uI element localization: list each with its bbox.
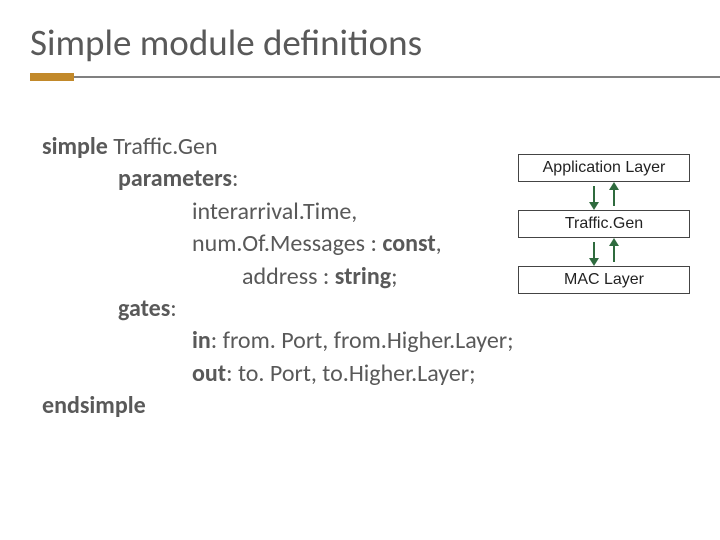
- divider-line: [74, 76, 720, 78]
- box-mac-layer: MAC Layer: [518, 266, 690, 294]
- code-text: address :: [242, 262, 335, 291]
- keyword-endsimple: endsimple: [42, 391, 146, 420]
- keyword-out: out: [192, 359, 226, 388]
- accent-bar: [30, 73, 74, 81]
- code-text: num.Of.Messages :: [192, 229, 382, 258]
- keyword-simple: simple: [42, 132, 108, 161]
- box-application-layer: Application Layer: [518, 154, 690, 182]
- code-line: gates:: [42, 293, 700, 325]
- code-text: :: [170, 294, 176, 323]
- code-text: ;: [391, 262, 397, 291]
- page-title: Simple module definitions: [0, 0, 720, 73]
- code-text: ,: [436, 229, 442, 258]
- keyword-gates: gates: [118, 294, 170, 323]
- arrow-pair: [574, 238, 634, 266]
- slide: Simple module definitions simple Traffic…: [0, 0, 720, 540]
- box-traffic-gen: Traffic.Gen: [518, 210, 690, 238]
- code-text: :: [232, 164, 238, 193]
- keyword-in: in: [192, 326, 211, 355]
- keyword-string: string: [335, 262, 391, 291]
- keyword-parameters: parameters: [118, 164, 232, 193]
- code-text: : to. Port, to.Higher.Layer;: [226, 359, 475, 388]
- title-rule: [0, 73, 720, 81]
- keyword-const: const: [382, 229, 435, 258]
- arrow-pair: [574, 182, 634, 210]
- code-line: in: from. Port, from.Higher.Layer;: [42, 325, 700, 357]
- code-line: endsimple: [42, 390, 700, 422]
- code-text: : from. Port, from.Higher.Layer;: [211, 326, 514, 355]
- code-text: Traffic.Gen: [108, 132, 218, 161]
- code-line: out: to. Port, to.Higher.Layer;: [42, 358, 700, 390]
- layer-diagram: Application Layer Traffic.Gen MAC Layer: [518, 154, 690, 294]
